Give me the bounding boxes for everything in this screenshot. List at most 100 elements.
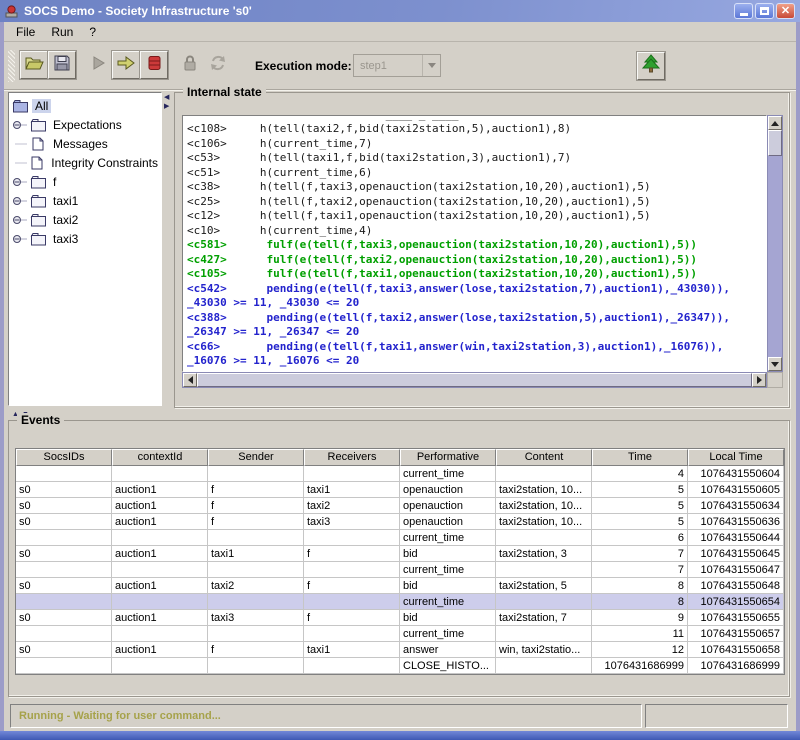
cell-performative: openauction [400, 498, 496, 514]
cell-sender [208, 562, 304, 578]
column-header-performative[interactable]: Performative [400, 449, 496, 466]
column-header-time[interactable]: Time [592, 449, 688, 466]
tree-item-label: f [50, 175, 59, 189]
cell-local-time: 1076431686999 [688, 658, 784, 674]
cell-content [496, 626, 592, 642]
column-header-socsids[interactable]: SocsIDs [16, 449, 112, 466]
expand-handle-icon[interactable] [11, 194, 29, 208]
vertical-scroll-thumb[interactable] [768, 130, 782, 156]
folder-icon [29, 232, 47, 246]
minimize-button[interactable] [734, 3, 753, 19]
cell-receivers [304, 626, 400, 642]
window-frame-bottom [0, 731, 800, 740]
internal-state-text: ____ _ ____<c108> h(tell(taxi2,f,bid(tax… [187, 117, 766, 369]
save-button[interactable] [48, 51, 76, 79]
column-header-content[interactable]: Content [496, 449, 592, 466]
folder-icon [29, 175, 47, 189]
tree-item-all[interactable]: All [11, 96, 161, 115]
tree-item-f[interactable]: f [11, 172, 161, 191]
scroll-left-button[interactable] [183, 373, 197, 387]
tree-connector [11, 137, 29, 151]
cell-content: taxi2station, 3 [496, 546, 592, 562]
horizontal-scrollbar[interactable] [182, 372, 767, 388]
event-row[interactable]: s0auction1taxi3fbidtaxi2station, 7910764… [16, 610, 784, 626]
tree-item-expectations[interactable]: Expectations [11, 115, 161, 134]
cell-contextid: auction1 [112, 514, 208, 530]
close-button[interactable]: ✕ [776, 3, 795, 19]
scroll-right-button[interactable] [752, 373, 766, 387]
cell-local-time: 1076431550647 [688, 562, 784, 578]
expand-handle-icon[interactable] [11, 213, 29, 227]
event-row[interactable]: s0auction1taxi2fbidtaxi2station, 5810764… [16, 578, 784, 594]
event-row[interactable]: current_time61076431550644 [16, 530, 784, 546]
internal-state-textarea[interactable]: ____ _ ____<c108> h(tell(taxi2,f,bid(tax… [182, 115, 767, 372]
event-row[interactable]: s0auction1ftaxi1openauctiontaxi2station,… [16, 482, 784, 498]
cell-time: 4 [592, 466, 688, 482]
column-header-contextid[interactable]: contextId [112, 449, 208, 466]
horizontal-scroll-thumb[interactable] [197, 373, 752, 387]
cell-performative: current_time [400, 466, 496, 482]
state-line: <c581> fulf(e(tell(f,taxi3,openauction(t… [187, 238, 766, 253]
expand-handle-icon[interactable] [11, 175, 29, 189]
event-row[interactable]: s0auction1ftaxi1answerwin, taxi2statio..… [16, 642, 784, 658]
collapse-left-icon[interactable]: ◀ [164, 94, 169, 101]
column-header-receivers[interactable]: Receivers [304, 449, 400, 466]
cell-socsids: s0 [16, 610, 112, 626]
save-disk-icon [52, 53, 72, 78]
step-button[interactable] [112, 51, 140, 79]
scroll-down-button[interactable] [768, 357, 782, 371]
cell-sender [208, 658, 304, 674]
society-tree[interactable]: AllExpectationsMessagesIntegrity Constra… [8, 92, 162, 406]
column-header-local-time[interactable]: Local Time [688, 449, 784, 466]
maximize-button[interactable] [755, 3, 774, 19]
cell-socsids [16, 466, 112, 482]
cell-receivers [304, 466, 400, 482]
event-row[interactable]: CLOSE_HISTO...10764316869991076431686999 [16, 658, 784, 674]
column-header-sender[interactable]: Sender [208, 449, 304, 466]
cell-receivers: taxi3 [304, 514, 400, 530]
tree-item-messages[interactable]: Messages [11, 134, 161, 153]
menu-item-item[interactable]: ? [81, 23, 104, 41]
cell-local-time: 1076431550657 [688, 626, 784, 642]
stop-button[interactable] [140, 51, 168, 79]
event-row[interactable]: current_time41076431550604 [16, 466, 784, 482]
play-icon [88, 53, 108, 78]
menu-item-file[interactable]: File [8, 23, 43, 41]
events-table-header: SocsIDscontextIdSenderReceiversPerformat… [16, 449, 784, 466]
event-row[interactable]: current_time81076431550654 [16, 594, 784, 610]
collapse-right-icon[interactable]: ▶ [164, 103, 169, 110]
cell-receivers [304, 594, 400, 610]
event-row[interactable]: s0auction1ftaxi3openauctiontaxi2station,… [16, 514, 784, 530]
cell-contextid: auction1 [112, 610, 208, 626]
event-row[interactable]: s0auction1taxi1fbidtaxi2station, 3710764… [16, 546, 784, 562]
folder-icon [29, 118, 47, 132]
tree-item-taxi3[interactable]: taxi3 [11, 229, 161, 248]
tree-item-taxi1[interactable]: taxi1 [11, 191, 161, 210]
cell-performative: CLOSE_HISTO... [400, 658, 496, 674]
event-row[interactable]: current_time71076431550647 [16, 562, 784, 578]
tree-item-taxi2[interactable]: taxi2 [11, 210, 161, 229]
menu-item-run[interactable]: Run [43, 23, 81, 41]
event-row[interactable]: current_time111076431550657 [16, 626, 784, 642]
society-tree-button[interactable] [637, 52, 665, 80]
cell-sender: taxi2 [208, 578, 304, 594]
vertical-split-divider[interactable]: ◀ ▶ [163, 92, 173, 406]
expand-handle-icon[interactable] [11, 118, 29, 132]
open-button[interactable] [20, 51, 48, 79]
events-table[interactable]: SocsIDscontextIdSenderReceiversPerformat… [15, 448, 785, 675]
title-bar[interactable]: SOCS Demo - Society Infrastructure 's0' … [0, 0, 800, 22]
combo-arrow-icon [422, 55, 440, 76]
cell-sender [208, 594, 304, 610]
cell-sender: f [208, 514, 304, 530]
expand-handle-icon[interactable] [11, 232, 29, 246]
scroll-up-button[interactable] [768, 116, 782, 130]
cell-content [496, 530, 592, 546]
cell-content: taxi2station, 10... [496, 514, 592, 530]
event-row[interactable]: s0auction1ftaxi2openauctiontaxi2station,… [16, 498, 784, 514]
horizontal-split-divider[interactable]: ▲ ▼ [4, 410, 796, 419]
vertical-scrollbar[interactable] [767, 115, 783, 372]
toolbar-grip[interactable] [8, 50, 15, 82]
cell-time: 5 [592, 482, 688, 498]
cell-receivers: taxi2 [304, 498, 400, 514]
tree-item-integrity-constraints[interactable]: Integrity Constraints [11, 153, 161, 172]
